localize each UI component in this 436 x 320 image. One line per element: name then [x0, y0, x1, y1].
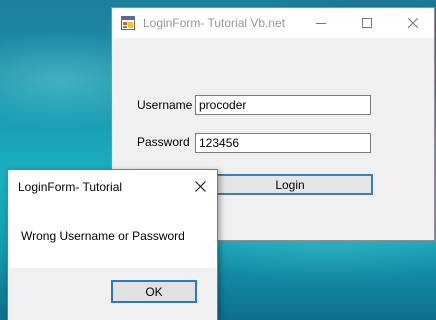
message-box-footer: OK: [8, 268, 217, 320]
form-icon: [121, 16, 135, 30]
message-text: Wrong Username or Password: [21, 229, 185, 243]
password-input[interactable]: 123456: [195, 133, 371, 153]
username-label: Username: [137, 98, 193, 112]
password-label: Password: [137, 135, 190, 149]
minimize-icon[interactable]: [298, 8, 344, 38]
login-button[interactable]: Login: [207, 174, 373, 195]
login-window-title: LoginForm- Tutorial Vb.net: [143, 16, 286, 30]
message-box-dialog: LoginForm- Tutorial Wrong Username or Pa…: [7, 169, 218, 320]
close-icon[interactable]: [390, 8, 436, 38]
close-icon[interactable]: [190, 176, 210, 196]
login-window-titlebar[interactable]: LoginForm- Tutorial Vb.net: [112, 8, 434, 38]
message-box-title: LoginForm- Tutorial: [18, 180, 123, 194]
username-input[interactable]: procoder: [195, 95, 371, 115]
maximize-icon[interactable]: [344, 8, 390, 38]
ok-button[interactable]: OK: [111, 280, 197, 303]
